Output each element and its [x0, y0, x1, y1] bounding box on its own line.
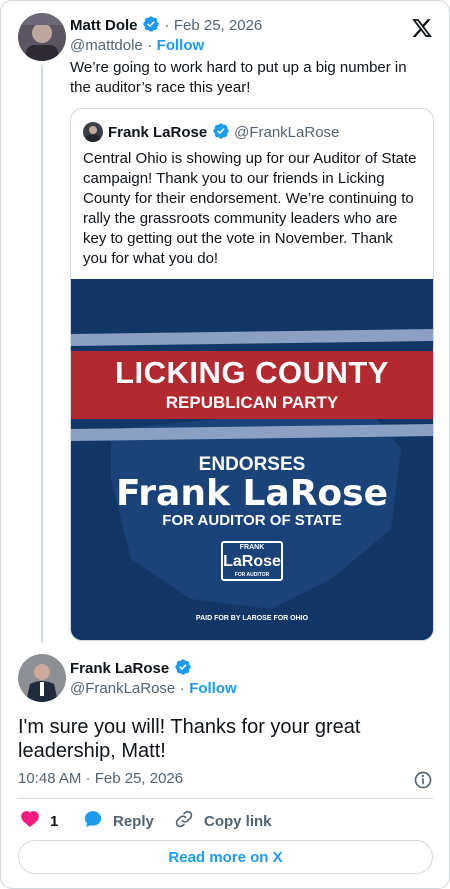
quoted-handle: @FrankLaRose — [234, 124, 340, 141]
info-icon[interactable] — [413, 770, 433, 795]
separator-dot: · — [164, 17, 170, 34]
copy-link-label: Copy link — [204, 812, 272, 830]
avatar-frank-larose[interactable] — [18, 654, 66, 702]
follow-button[interactable]: Follow — [189, 680, 237, 697]
copy-link-button[interactable]: Copy link — [174, 809, 272, 833]
original-handle-row: @mattdole · Follow — [70, 37, 204, 55]
banner-line-party: REPUBLICAN PARTY — [165, 393, 339, 412]
heart-icon — [20, 809, 40, 833]
office-text: FOR AUDITOR OF STATE — [162, 512, 342, 529]
original-tweet-text: We’re going to work hard to put up a big… — [70, 59, 407, 96]
like-button[interactable]: 1 — [20, 809, 58, 833]
author-name[interactable]: Matt Dole — [70, 17, 138, 34]
logo-top-text: FRANK — [239, 544, 265, 551]
logo-sub-text: FOR AUDITOR — [234, 572, 270, 578]
separator-dot: · — [147, 37, 153, 54]
separator-dot: · — [179, 680, 185, 697]
thread-connector-line — [41, 65, 43, 643]
banner-line-county: LICKING COUNTY — [115, 355, 389, 390]
embedded-tweet-card: Matt Dole · Feb 25, 2026 @mattdole · Fol… — [0, 0, 450, 889]
reply-tweet-text: I'm sure you will! Thanks for your great… — [18, 716, 361, 762]
reply-button[interactable]: Reply — [83, 809, 154, 833]
quoted-author-name: Frank LaRose — [108, 124, 208, 141]
like-count: 1 — [50, 812, 59, 830]
candidate-name: Frank LaRose — [116, 473, 388, 514]
x-logo-icon[interactable] — [411, 17, 433, 44]
avatar-matt-dole[interactable] — [18, 13, 66, 61]
reply-author-row: Frank LaRose — [70, 658, 192, 681]
follow-button[interactable]: Follow — [157, 37, 205, 54]
reply-label: Reply — [113, 812, 154, 830]
divider — [18, 798, 433, 799]
quoted-tweet-text: Central Ohio is showing up for our Audit… — [83, 150, 417, 267]
endorsement-graphic[interactable]: LICKING COUNTY REPUBLICAN PARTY ENDORSES… — [71, 279, 433, 640]
original-author-row: Matt Dole · Feb 25, 2026 — [70, 15, 262, 38]
verified-badge-icon — [174, 658, 192, 681]
author-handle[interactable]: @mattdole — [70, 37, 143, 54]
reply-bubble-icon — [83, 809, 103, 833]
paid-for-disclaimer: PAID FOR BY LAROSE FOR OHIO — [195, 615, 309, 622]
link-icon — [174, 809, 194, 833]
reply-author-name[interactable]: Frank LaRose — [70, 660, 169, 677]
quoted-author-row: Frank LaRose @FrankLaRose — [108, 122, 339, 145]
verified-badge-icon — [212, 122, 230, 145]
read-more-button[interactable]: Read more on X — [18, 840, 433, 874]
verified-badge-icon — [142, 15, 160, 38]
quoted-avatar — [83, 122, 103, 142]
reply-timestamp[interactable]: 10:48 AM · Feb 25, 2026 — [18, 770, 183, 787]
quoted-tweet[interactable]: Frank LaRose @FrankLaRose Central Ohio i… — [70, 108, 434, 641]
logo-main-text: LaRose — [223, 553, 281, 570]
reply-handle-row: @FrankLaRose · Follow — [70, 680, 237, 698]
reply-author-handle[interactable]: @FrankLaRose — [70, 680, 175, 697]
campaign-logo: FRANK LaRose FOR AUDITOR — [221, 541, 283, 581]
tweet-date[interactable]: Feb 25, 2026 — [174, 17, 262, 34]
